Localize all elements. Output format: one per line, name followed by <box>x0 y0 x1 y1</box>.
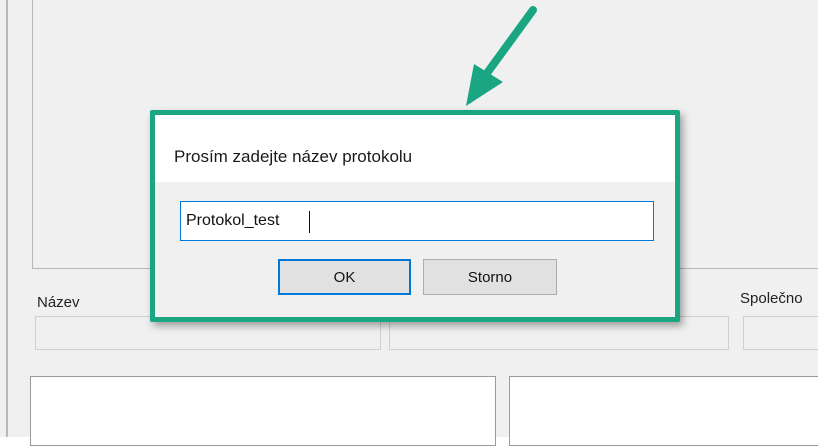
spolecnost-field[interactable] <box>743 316 818 350</box>
name-protocol-dialog: Prosím zadejte název protokolu OK Storno <box>150 110 680 322</box>
dialog-title: Prosím zadejte název protokolu <box>174 147 413 166</box>
dialog-header: Prosím zadejte název protokolu <box>155 115 675 182</box>
ok-button[interactable]: OK <box>278 259 411 295</box>
dialog-body: OK Storno <box>155 182 675 317</box>
lower-left-panel <box>30 376 496 446</box>
protocol-name-input[interactable] <box>180 201 654 241</box>
spolecnost-label: Společno <box>740 290 803 307</box>
cancel-button[interactable]: Storno <box>423 259 557 295</box>
arrow-shaft <box>478 6 537 84</box>
annotation-arrow-icon <box>466 6 537 106</box>
lower-right-panel <box>509 376 818 446</box>
nazev-label: Název <box>37 294 80 311</box>
window-left-border <box>6 0 8 437</box>
text-caret <box>309 211 310 233</box>
